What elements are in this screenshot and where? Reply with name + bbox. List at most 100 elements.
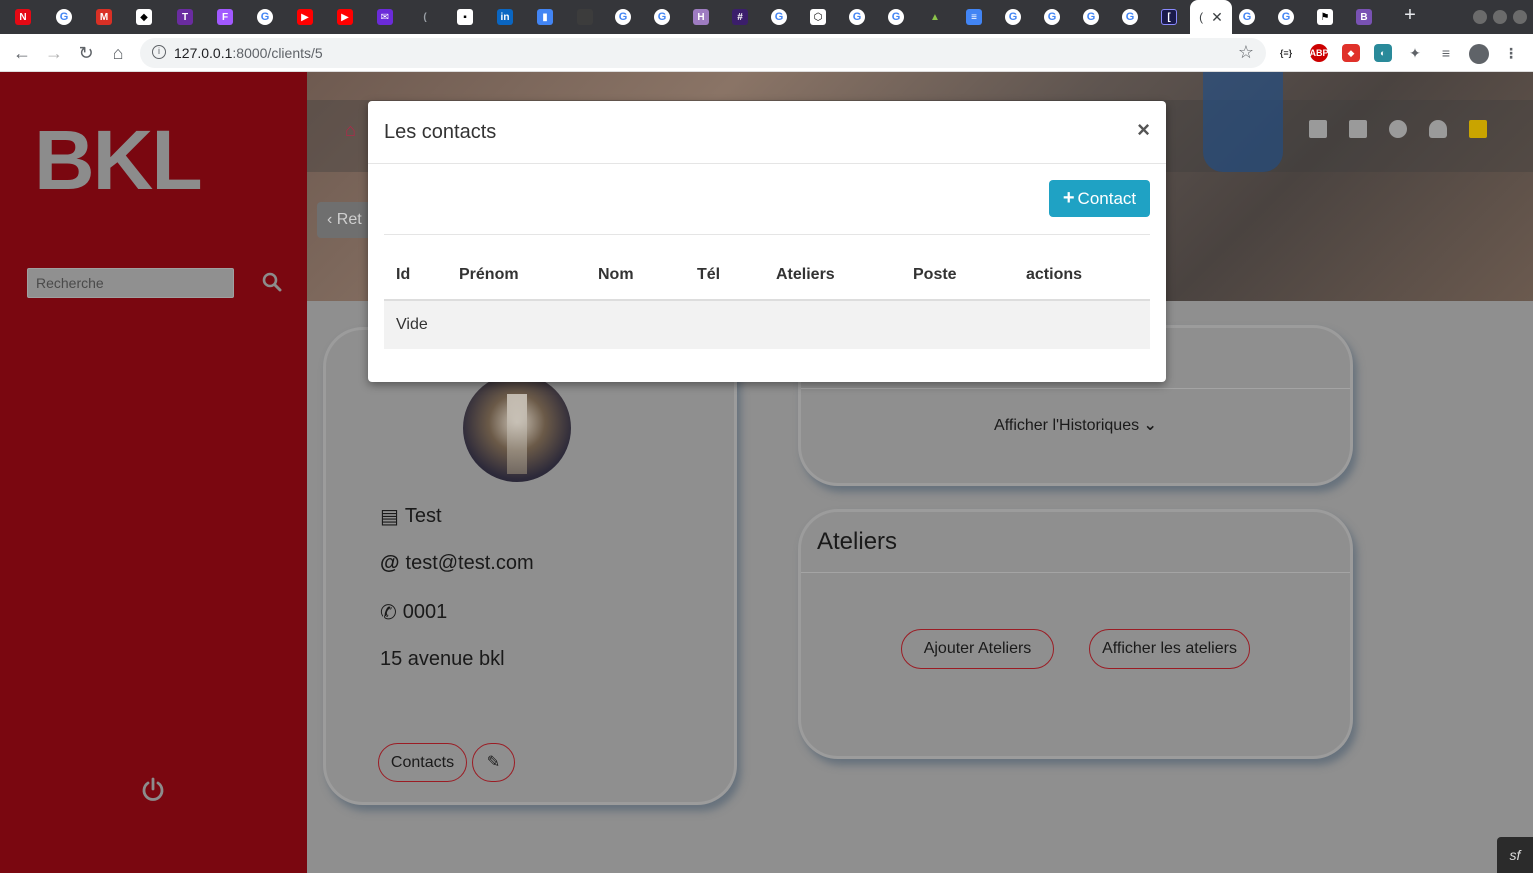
chevron-left-icon: ‹ bbox=[327, 211, 337, 228]
contacts-button[interactable]: Contacts bbox=[378, 743, 467, 782]
tab-youtube[interactable]: ▶ bbox=[326, 4, 364, 30]
home-icon[interactable]: ⌂ bbox=[345, 120, 356, 141]
home-icon[interactable]: ⌂ bbox=[107, 42, 129, 64]
edit-button[interactable]: ✎ bbox=[472, 743, 515, 782]
document-icon[interactable] bbox=[1309, 120, 1327, 138]
netflix-icon: N bbox=[15, 9, 31, 25]
top-nav-icons bbox=[1309, 120, 1487, 138]
tab-google[interactable]: G bbox=[45, 4, 83, 30]
tab-google[interactable]: G bbox=[643, 4, 681, 30]
puzzle-icon[interactable]: ✦ bbox=[1406, 44, 1424, 62]
info-icon[interactable]: i bbox=[152, 45, 166, 59]
avatar bbox=[463, 374, 571, 482]
google-icon: G bbox=[615, 9, 631, 25]
modal-title: Les contacts bbox=[384, 121, 497, 143]
power-icon[interactable] bbox=[139, 776, 167, 804]
tab-figma[interactable]: F bbox=[206, 4, 244, 30]
gmail-icon: M bbox=[96, 9, 112, 25]
tab-doc[interactable]: ▪ bbox=[446, 4, 484, 30]
new-tab-button[interactable]: + bbox=[1398, 4, 1422, 27]
tab-blank[interactable] bbox=[566, 4, 604, 30]
table-row: Vide bbox=[384, 301, 1150, 349]
tab-flag[interactable]: ⚑ bbox=[1306, 4, 1344, 30]
tab-audio[interactable]: ( bbox=[406, 4, 444, 30]
tab-active[interactable]: (✕ bbox=[1190, 0, 1232, 34]
tab-app2[interactable]: # bbox=[721, 4, 759, 30]
search-input[interactable]: Recherche bbox=[27, 268, 234, 298]
client-profile-card: ▤ Test @ test@test.com ✆ 0001 15 avenue … bbox=[323, 327, 737, 805]
tab-google[interactable]: G bbox=[1111, 4, 1149, 30]
tab-close-icon[interactable]: ✕ bbox=[1211, 9, 1223, 26]
tab-google[interactable]: G bbox=[1072, 4, 1110, 30]
sidebar: BKL Recherche bbox=[0, 72, 307, 873]
close-window-button[interactable] bbox=[1513, 10, 1527, 24]
add-ateliers-button[interactable]: Ajouter Ateliers bbox=[901, 629, 1054, 669]
symfony-toolbar-icon[interactable]: sf bbox=[1497, 837, 1533, 873]
tab-google[interactable]: G bbox=[1228, 4, 1266, 30]
tab-mail[interactable]: ✉ bbox=[366, 4, 404, 30]
tab-google[interactable]: G bbox=[1267, 4, 1305, 30]
gear-icon[interactable] bbox=[1389, 120, 1407, 138]
speaker-icon: ( bbox=[417, 9, 433, 25]
phone-icon: ✆ bbox=[380, 602, 397, 624]
tab-analytics[interactable]: ▮ bbox=[526, 4, 564, 30]
profile-avatar-icon[interactable] bbox=[1469, 44, 1489, 64]
pin-icon: T bbox=[177, 9, 193, 25]
heroku-icon: H bbox=[693, 9, 709, 25]
google-icon: G bbox=[1239, 9, 1255, 25]
tab-editor[interactable]: [ bbox=[1150, 4, 1188, 30]
show-history-toggle[interactable]: Afficher l'Historiques ⌄ bbox=[801, 415, 1350, 435]
maximize-button[interactable] bbox=[1493, 10, 1507, 24]
search-icon[interactable] bbox=[262, 272, 282, 292]
user-icon[interactable] bbox=[1429, 120, 1447, 138]
show-ateliers-button[interactable]: Afficher les ateliers bbox=[1089, 629, 1250, 669]
forward-arrow-icon[interactable]: → bbox=[43, 42, 65, 64]
chart-icon[interactable] bbox=[1349, 120, 1367, 138]
reload-icon[interactable]: ↻ bbox=[75, 42, 97, 64]
shield-extension-icon[interactable]: ◆ bbox=[1342, 44, 1360, 62]
url-text[interactable]: 127.0.0.1:8000/clients/5 bbox=[174, 45, 323, 61]
bookmark-star-icon[interactable]: ☆ bbox=[1238, 42, 1254, 63]
ateliers-title: Ateliers bbox=[817, 528, 898, 555]
google-icon: G bbox=[888, 9, 904, 25]
cube-icon: ⬡ bbox=[810, 9, 826, 25]
browser-toolbar: ← → ↻ ⌂ i 127.0.0.1:8000/clients/5 ☆ {≡}… bbox=[0, 34, 1533, 72]
tab-youtube[interactable]: ▶ bbox=[286, 4, 324, 30]
logo[interactable]: BKL bbox=[34, 118, 203, 202]
tab-google[interactable]: G bbox=[994, 4, 1032, 30]
tab-linkedin[interactable]: in bbox=[486, 4, 524, 30]
plus-icon: + bbox=[1062, 187, 1075, 209]
tab-codesandbox[interactable]: ⬡ bbox=[799, 4, 837, 30]
tab-google[interactable]: G bbox=[760, 4, 798, 30]
column-header: Tél bbox=[697, 266, 721, 283]
address-bar[interactable]: i 127.0.0.1:8000/clients/5 ☆ bbox=[140, 38, 1266, 68]
diamond-icon: ◆ bbox=[136, 9, 152, 25]
tab-app[interactable]: ◆ bbox=[125, 4, 163, 30]
tab-bootstrap[interactable]: B bbox=[1345, 4, 1383, 30]
tab-heroku[interactable]: H bbox=[682, 4, 720, 30]
json-extension-icon[interactable]: {≡} bbox=[1277, 44, 1295, 62]
close-icon[interactable]: × bbox=[1137, 117, 1150, 143]
tab-gmail[interactable]: M bbox=[85, 4, 123, 30]
tab-netflix[interactable]: N bbox=[4, 4, 42, 30]
minimize-button[interactable] bbox=[1473, 10, 1487, 24]
tab-google[interactable]: G bbox=[246, 4, 284, 30]
menu-dots-icon[interactable]: ⋮ bbox=[1502, 44, 1520, 62]
column-header: Id bbox=[396, 266, 411, 283]
divider bbox=[801, 388, 1350, 389]
tab-google[interactable]: G bbox=[877, 4, 915, 30]
tab-google[interactable]: G bbox=[604, 4, 642, 30]
add-contact-button[interactable]: + Contact bbox=[1049, 180, 1150, 217]
tab-google[interactable]: G bbox=[1033, 4, 1071, 30]
tab-tool[interactable]: T bbox=[166, 4, 204, 30]
book-icon[interactable] bbox=[1469, 120, 1487, 138]
ateliers-card: Ateliers Ajouter Ateliers Afficher les a… bbox=[798, 509, 1353, 759]
circle-icon bbox=[577, 9, 593, 25]
media-icon[interactable]: ≡ bbox=[1437, 44, 1455, 62]
tab-docs[interactable]: ≡ bbox=[955, 4, 993, 30]
extension-icon[interactable]: ◐ bbox=[1374, 44, 1392, 62]
tab-shapes[interactable]: ▲ bbox=[916, 4, 954, 30]
adblock-icon[interactable]: ABP bbox=[1310, 44, 1329, 62]
back-arrow-icon[interactable]: ← bbox=[11, 42, 33, 64]
tab-google[interactable]: G bbox=[838, 4, 876, 30]
